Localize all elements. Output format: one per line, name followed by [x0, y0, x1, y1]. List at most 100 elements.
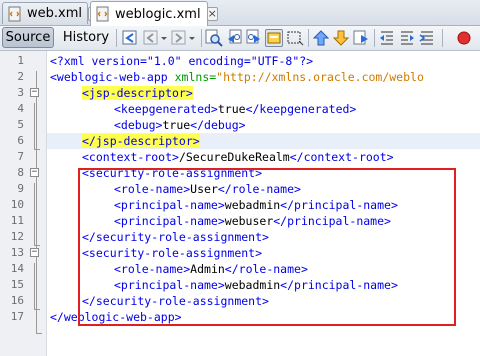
toggle-bookmark-icon[interactable] — [352, 29, 370, 47]
xml-tag: </security-role-assignment> — [82, 294, 269, 308]
line-number: 11 — [10, 214, 24, 227]
xml-text: User — [190, 182, 218, 196]
find-icon[interactable] — [205, 29, 223, 47]
current-line-highlight[interactable]: </jsp-descriptor> — [47, 133, 480, 149]
forward-icon[interactable] — [170, 29, 188, 47]
last-edit-icon[interactable] — [121, 29, 139, 47]
xml-editor[interactable]: 1 <?xml version="1.0" encoding="UTF-8"?>… — [0, 51, 480, 356]
line-number: 4 — [17, 102, 24, 115]
code-text: <context-root>/SecureDukeRealm</context-… — [82, 149, 394, 165]
xml-text: true — [217, 102, 246, 116]
code-line[interactable]: 17 </weblogic-web-app> — [0, 309, 480, 325]
xml-text: Admin — [190, 262, 225, 276]
xml-tag: </security-role-assignment> — [82, 230, 269, 244]
tab-weblogic-xml[interactable]: weblogic.xml × — [90, 1, 218, 26]
shift-right-icon[interactable] — [398, 29, 416, 47]
code-text: <debug>true</debug> — [114, 117, 246, 133]
line-number: 17 — [10, 310, 24, 323]
xml-tag: </jsp-descriptor> — [82, 134, 200, 148]
next-bookmark-icon[interactable] — [332, 29, 350, 47]
shift-left-icon[interactable] — [378, 29, 396, 47]
xml-attribute-value: "http://xmlns.oracle.com/weblo — [216, 70, 424, 84]
code-line[interactable]: 16 </security-role-assignment> — [0, 293, 480, 309]
toolbar-separator — [201, 29, 202, 47]
code-text: <role-name>User</role-name> — [114, 181, 301, 197]
xml-tag: </principal-name> — [280, 198, 398, 212]
xml-tag: <weblogic-web-app — [50, 70, 168, 84]
code-line[interactable]: 13 − <security-role-assignment> — [0, 245, 480, 261]
xml-tag: </keepgenerated> — [245, 102, 357, 116]
record-macro-icon[interactable] — [455, 29, 473, 47]
code-text: <jsp-descriptor> — [82, 85, 193, 101]
toggle-highlight-icon[interactable] — [265, 29, 283, 47]
code-line[interactable]: 5 <debug>true</debug> — [0, 117, 480, 133]
previous-bookmark-icon[interactable] — [312, 29, 330, 47]
dropdown-arrow-icon[interactable] — [187, 29, 197, 47]
xml-declaration: <?xml version="1.0" encoding="UTF-8"?> — [50, 54, 314, 68]
tab-label: web.xml — [27, 6, 82, 21]
code-line[interactable]: 4 <keepgenerated>true</keepgenerated> — [0, 101, 480, 117]
tab-web-xml[interactable]: web.xml × — [2, 2, 100, 24]
code-line[interactable]: 15 <principal-name>webadmin</principal-n… — [0, 277, 480, 293]
toggle-comment-icon[interactable] — [418, 29, 436, 47]
xml-tag: </context-root> — [289, 150, 394, 164]
code-line[interactable]: 14 <role-name>Admin</role-name> — [0, 261, 480, 277]
code-text: <keepgenerated>true</keepgenerated> — [114, 101, 356, 117]
code-text: </jsp-descriptor> — [82, 133, 200, 149]
code-line[interactable]: 3 − <jsp-descriptor> — [0, 85, 480, 101]
code-line[interactable]: 8 − <security-role-assignment> — [0, 165, 480, 181]
xml-tag: <debug> — [114, 118, 163, 132]
line-number: 3 — [17, 86, 24, 99]
xml-tag: <keepgenerated> — [114, 102, 218, 116]
xml-tag: <principal-name> — [114, 278, 225, 292]
code-line[interactable]: 2 <weblogic-web-app xmlns="http://xmlns.… — [0, 69, 480, 85]
find-next-icon[interactable] — [245, 29, 263, 47]
code-line[interactable]: 7 <context-root>/SecureDukeRealm</contex… — [0, 149, 480, 165]
code-text: <principal-name>webadmin</principal-name… — [114, 277, 398, 293]
xml-file-icon — [95, 6, 111, 22]
line-number: 16 — [10, 294, 24, 307]
xml-file-icon — [7, 6, 23, 22]
toolbar-separator — [116, 29, 117, 47]
xml-tag: </role-name> — [217, 182, 301, 196]
xml-tag: <principal-name> — [114, 214, 225, 228]
xml-tag: <security-role-assignment> — [82, 246, 263, 260]
code-line[interactable]: 6 — [0, 133, 46, 149]
xml-text: webadmin — [224, 198, 281, 212]
xml-text: webadmin — [224, 278, 281, 292]
history-view-button[interactable]: History — [58, 27, 114, 48]
close-tab-icon[interactable]: × — [206, 7, 218, 21]
xml-tag: </debug> — [190, 118, 246, 132]
code-line[interactable]: 9 <role-name>User</role-name> — [0, 181, 480, 197]
toolbar-separator — [308, 29, 309, 47]
dropdown-arrow-icon[interactable] — [159, 29, 169, 47]
tab-label: weblogic.xml — [115, 6, 201, 22]
source-view-button[interactable]: Source — [2, 27, 54, 48]
code-line[interactable]: 10 <principal-name>webadmin</principal-n… — [0, 197, 480, 213]
line-number: 9 — [17, 182, 24, 195]
toolbar-separator — [442, 29, 443, 47]
xml-tag: </principal-name> — [273, 214, 391, 228]
xml-tag: <jsp-descriptor> — [82, 86, 193, 100]
xml-text: true — [162, 118, 191, 132]
xml-tag: <context-root> — [82, 150, 179, 164]
xml-tag: <security-role-assignment> — [82, 166, 263, 180]
code-line[interactable]: 11 <principal-name>webuser</principal-na… — [0, 213, 480, 229]
xml-tag: </weblogic-web-app> — [50, 310, 182, 324]
line-number: 7 — [17, 150, 24, 163]
code-text: <principal-name>webadmin</principal-name… — [114, 197, 398, 213]
fold-toggle-icon[interactable]: − — [30, 88, 39, 97]
back-icon[interactable] — [142, 29, 160, 47]
xml-attribute: xmlns= — [167, 70, 217, 84]
line-number: 15 — [10, 278, 24, 291]
code-line[interactable]: 1 <?xml version="1.0" encoding="UTF-8"?> — [0, 53, 480, 69]
fold-toggle-icon[interactable]: − — [30, 168, 39, 177]
find-previous-icon[interactable] — [225, 29, 243, 47]
code-line[interactable]: 12 </security-role-assignment> — [0, 229, 480, 245]
toolbar-separator — [374, 29, 375, 47]
code-text: <weblogic-web-app xmlns="http://xmlns.or… — [50, 69, 424, 85]
fold-toggle-icon[interactable]: − — [30, 248, 39, 257]
xml-tag: </role-name> — [224, 262, 308, 276]
toggle-rect-select-icon[interactable] — [286, 29, 304, 47]
line-number: 14 — [10, 262, 24, 275]
